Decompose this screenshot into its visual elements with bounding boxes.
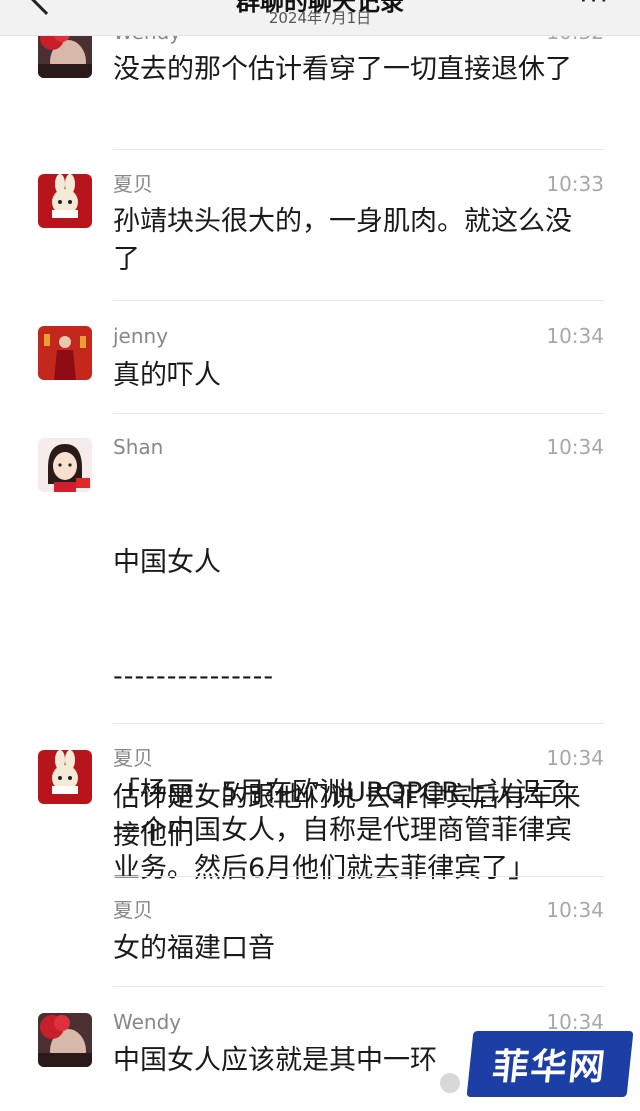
chat-date: 2024年7月1日 (268, 9, 372, 27)
sender-name: 夏贝 (113, 898, 153, 922)
avatar[interactable] (38, 1013, 92, 1067)
avatar[interactable] (38, 326, 92, 380)
message-time: 10:34 (546, 435, 604, 459)
message-text: 没去的那个估计看穿了一切直接退休了 (113, 54, 572, 85)
message-text: 孙靖块头很大的，一身肌肉。就这么没了 (113, 206, 572, 275)
message-divider (113, 986, 604, 987)
message-divider (113, 300, 604, 301)
sender-name: jenny (113, 324, 169, 348)
chat-history-header: 群聊的聊天记录 2024年7月1日 ··· (0, 0, 640, 36)
message-text: 真的吓人 (113, 360, 221, 391)
sender-name: 夏贝 (113, 172, 153, 196)
message-text: 中国女人 --------------- 「杨丽：5月在欧洲UROPCR上认识了… (113, 468, 593, 964)
woman-red-dress-avatar-image (38, 326, 92, 380)
avatar[interactable] (38, 438, 92, 492)
sender-name: Shan (113, 435, 164, 459)
sender-name: Wendy (113, 1010, 182, 1034)
cartoon-girl-flag-avatar-image (38, 438, 92, 492)
message-text: 估计是女的跟他们说 去菲律宾后有车来接他们 (113, 782, 581, 851)
message-divider (113, 876, 604, 877)
message-separator: --------------- (113, 661, 275, 692)
bunny-doll-avatar-image (38, 174, 92, 228)
message-time: 10:34 (546, 324, 604, 348)
avatar[interactable] (38, 174, 92, 228)
more-options-icon[interactable]: ··· (579, 0, 610, 14)
sender-name: 夏贝 (113, 746, 153, 770)
message-divider (113, 149, 604, 150)
message-divider (113, 723, 604, 724)
message-divider (113, 413, 604, 414)
message-time: 10:34 (546, 746, 604, 770)
message-time: 10:34 (546, 898, 604, 922)
watermark-logo: 菲华网 (466, 1031, 634, 1097)
bunny-doll-avatar-image (38, 750, 92, 804)
message-text: 女的福建口音 (113, 933, 275, 964)
woman-red-flower-avatar-image (38, 1013, 92, 1067)
message-line: 中国女人 (113, 547, 221, 578)
message-time: 10:33 (546, 172, 604, 196)
avatar[interactable] (38, 750, 92, 804)
wechat-logo-icon (440, 1073, 460, 1093)
